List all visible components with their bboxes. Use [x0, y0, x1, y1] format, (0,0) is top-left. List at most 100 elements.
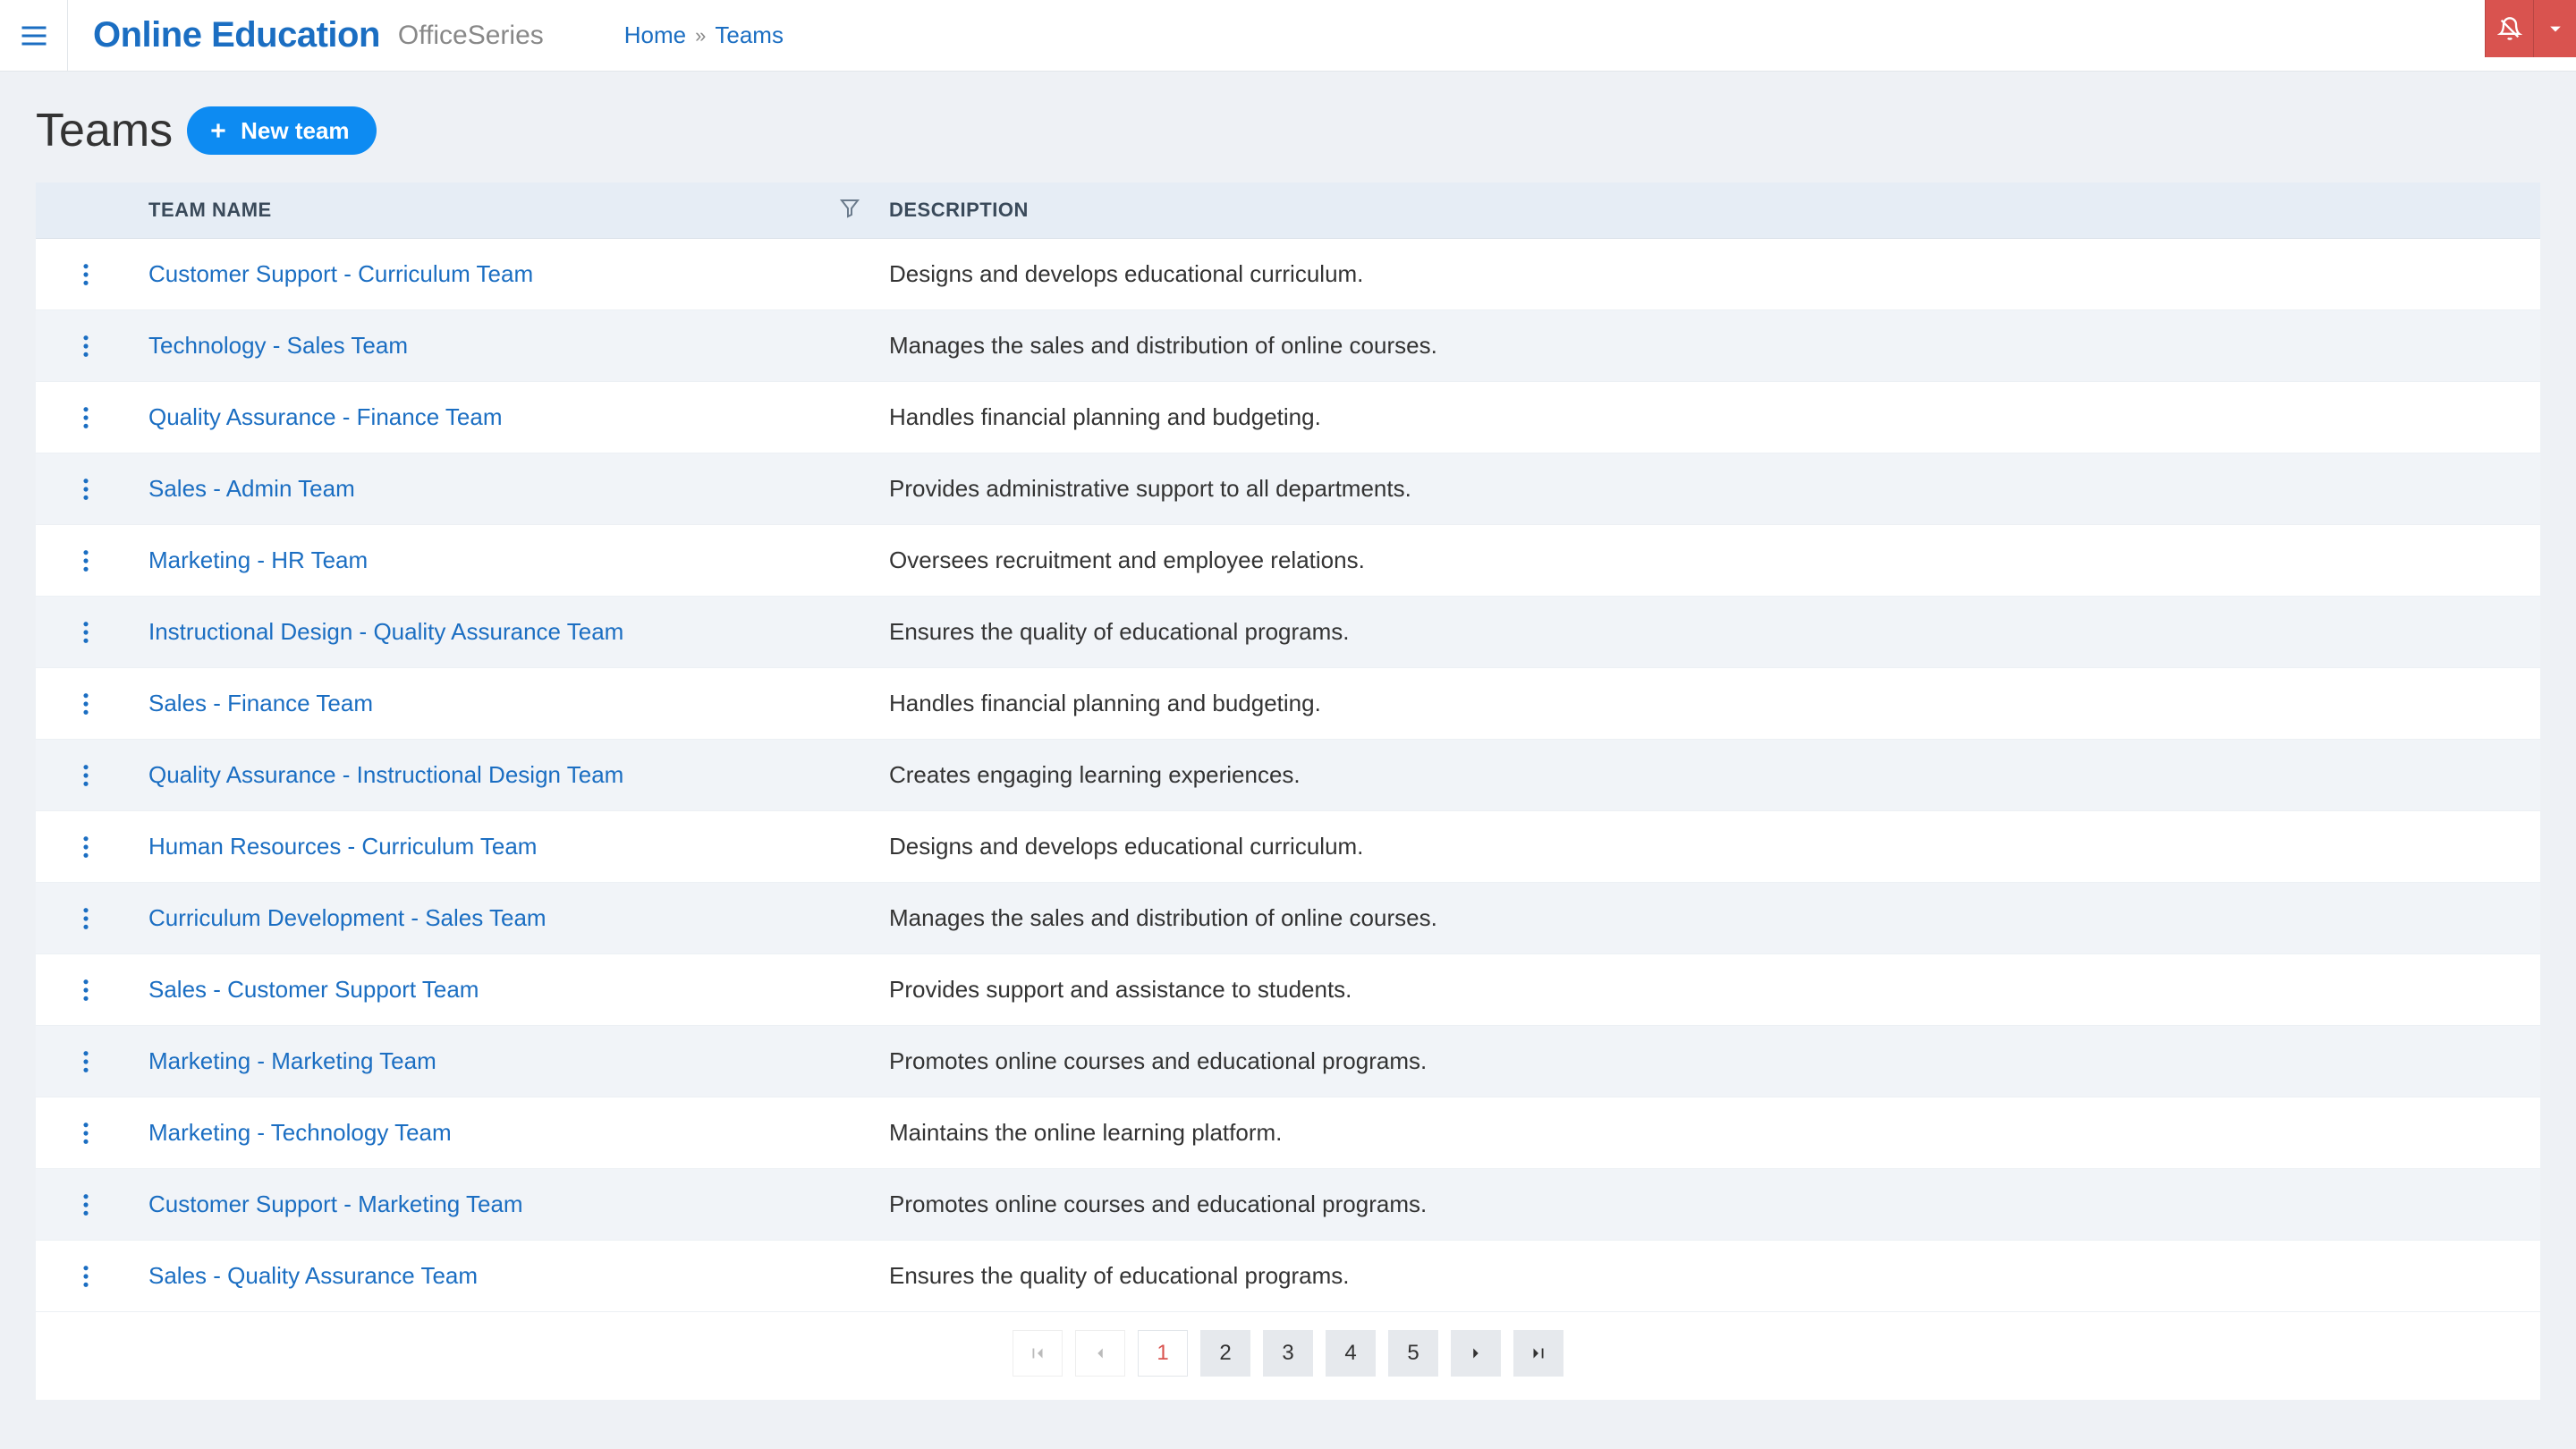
table-row: Marketing - Technology TeamMaintains the… [36, 1097, 2540, 1169]
breadcrumb: Home » Teams [624, 21, 784, 49]
more-vertical-icon [82, 1049, 89, 1074]
team-description: Promotes online courses and educational … [877, 1026, 2540, 1097]
first-page-icon [1028, 1343, 1047, 1363]
more-vertical-icon [82, 477, 89, 502]
team-link[interactable]: Human Resources - Curriculum Team [148, 833, 537, 860]
last-page-icon [1529, 1343, 1548, 1363]
new-team-button[interactable]: New team [187, 106, 376, 155]
row-actions-button[interactable] [48, 1121, 123, 1146]
row-actions-button[interactable] [48, 906, 123, 931]
breadcrumb-current[interactable]: Teams [715, 21, 784, 49]
page-last-button[interactable] [1513, 1330, 1563, 1377]
row-actions-button[interactable] [48, 620, 123, 645]
filter-button-name[interactable] [839, 197, 860, 224]
row-actions-button[interactable] [48, 1049, 123, 1074]
breadcrumb-separator: » [695, 24, 706, 47]
team-description: Designs and develops educational curricu… [877, 239, 2540, 310]
table-row: Instructional Design - Quality Assurance… [36, 597, 2540, 668]
team-description: Manages the sales and distribution of on… [877, 883, 2540, 954]
team-description: Handles financial planning and budgeting… [877, 668, 2540, 740]
row-actions-button[interactable] [48, 405, 123, 430]
page-next-button[interactable] [1451, 1330, 1501, 1377]
team-link[interactable]: Quality Assurance - Finance Team [148, 403, 502, 430]
table-row: Curriculum Development - Sales Team Manag… [36, 883, 2540, 954]
more-vertical-icon [82, 548, 89, 573]
row-actions-button[interactable] [48, 334, 123, 359]
row-actions-button[interactable] [48, 835, 123, 860]
team-link[interactable]: Quality Assurance - Instructional Design… [148, 761, 623, 788]
more-vertical-icon [82, 334, 89, 359]
row-actions-button[interactable] [48, 691, 123, 716]
page-first-button[interactable] [1013, 1330, 1063, 1377]
team-link[interactable]: Sales - Quality Assurance Team [148, 1262, 478, 1289]
page-number-button[interactable]: 2 [1200, 1330, 1250, 1377]
caret-down-icon [2543, 16, 2568, 41]
team-link[interactable]: Sales - Customer Support Team [148, 976, 479, 1003]
filter-icon [839, 197, 860, 218]
team-description: Ensures the quality of educational progr… [877, 1241, 2540, 1312]
column-header-name[interactable]: Team Name [136, 182, 877, 239]
column-header-description[interactable]: Description [877, 182, 2540, 239]
row-actions-button[interactable] [48, 978, 123, 1003]
team-description: Provides support and assistance to stude… [877, 954, 2540, 1026]
team-link[interactable]: Marketing - Technology Team [148, 1119, 452, 1146]
topbar: Online Education OfficeSeries Home » Tea… [0, 0, 2576, 72]
chevron-right-icon [1466, 1343, 1486, 1363]
table-row: Sales - Finance Team Handles financial pl… [36, 668, 2540, 740]
table-row: Quality Assurance - Finance TeamHandles … [36, 382, 2540, 453]
team-link[interactable]: Marketing - HR Team [148, 547, 368, 573]
team-link[interactable]: Marketing - Marketing Team [148, 1047, 436, 1074]
more-vertical-icon [82, 405, 89, 430]
page-header: Teams New team [36, 104, 2540, 157]
notifications-button[interactable] [2485, 0, 2533, 57]
team-link[interactable]: Customer Support - Curriculum Team [148, 260, 533, 287]
pagination: 12345 [36, 1312, 2540, 1400]
more-vertical-icon [82, 1192, 89, 1217]
row-actions-button[interactable] [48, 1192, 123, 1217]
team-description: Ensures the quality of educational progr… [877, 597, 2540, 668]
new-team-label: New team [241, 117, 349, 145]
team-description: Provides administrative support to all d… [877, 453, 2540, 525]
page-prev-button[interactable] [1075, 1330, 1125, 1377]
team-link[interactable]: Customer Support - Marketing Team [148, 1191, 523, 1217]
breadcrumb-home[interactable]: Home [624, 21, 686, 49]
brand-title[interactable]: Online Education [93, 15, 380, 55]
team-link[interactable]: Instructional Design - Quality Assurance… [148, 618, 623, 645]
table-row: Technology - Sales TeamManages the sales… [36, 310, 2540, 382]
page-title: Teams [36, 104, 173, 157]
row-actions-button[interactable] [48, 763, 123, 788]
team-link[interactable]: Technology - Sales Team [148, 332, 408, 359]
hamburger-icon [18, 20, 50, 52]
page-number-button[interactable]: 4 [1326, 1330, 1376, 1377]
table-row: Marketing - HR TeamOversees recruitment … [36, 525, 2540, 597]
more-vertical-icon [82, 1264, 89, 1289]
more-vertical-icon [82, 262, 89, 287]
row-actions-button[interactable] [48, 477, 123, 502]
team-link[interactable]: Curriculum Development - Sales Team [148, 904, 547, 931]
row-actions-button[interactable] [48, 262, 123, 287]
teams-table-wrap: Team Name Description Customer Support -… [36, 182, 2540, 1400]
team-link[interactable]: Sales - Finance Team [148, 690, 373, 716]
table-row: Customer Support - Curriculum Team Design… [36, 239, 2540, 310]
hamburger-menu-button[interactable] [0, 0, 68, 72]
user-menu-button[interactable] [2533, 0, 2576, 57]
table-row: Customer Support - Marketing Team Promote… [36, 1169, 2540, 1241]
team-description: Promotes online courses and educational … [877, 1169, 2540, 1241]
team-description: Designs and develops educational curricu… [877, 811, 2540, 883]
page-number-button[interactable]: 3 [1263, 1330, 1313, 1377]
table-row: Sales - Admin Team Provides administrativ… [36, 453, 2540, 525]
table-row: Quality Assurance - Instructional Design… [36, 740, 2540, 811]
row-actions-button[interactable] [48, 548, 123, 573]
team-link[interactable]: Sales - Admin Team [148, 475, 355, 502]
table-row: Human Resources - Curriculum Team Designs… [36, 811, 2540, 883]
more-vertical-icon [82, 978, 89, 1003]
column-header-name-label: Team Name [148, 199, 272, 221]
row-actions-button[interactable] [48, 1264, 123, 1289]
more-vertical-icon [82, 835, 89, 860]
more-vertical-icon [82, 620, 89, 645]
page-number-button[interactable]: 5 [1388, 1330, 1438, 1377]
page-content: Teams New team Team Name [0, 72, 2576, 1432]
page-number-button[interactable]: 1 [1138, 1330, 1188, 1377]
teams-table: Team Name Description Customer Support -… [36, 182, 2540, 1312]
topbar-right [2485, 0, 2576, 61]
